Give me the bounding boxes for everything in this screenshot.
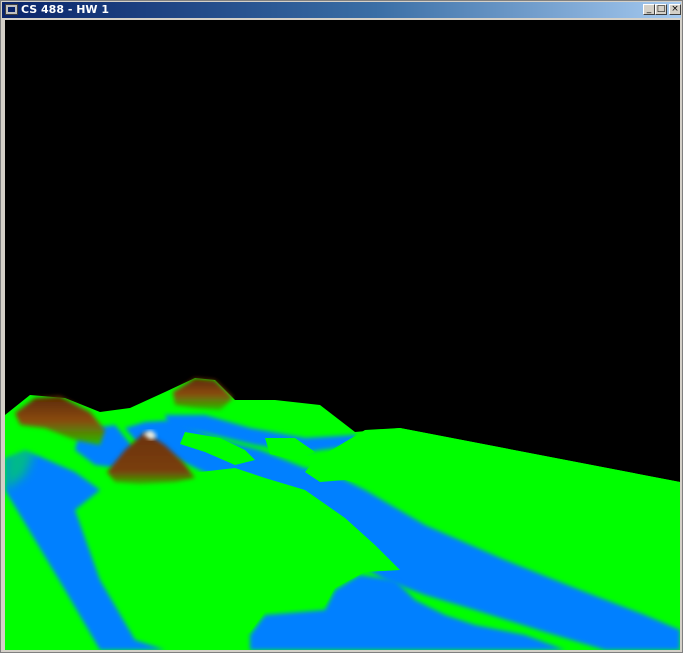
maximize-icon: □ [656, 4, 666, 14]
minimize-button[interactable]: _ [643, 4, 655, 15]
title-bar[interactable]: CS 488 - HW 1 _ □ × [2, 2, 681, 18]
window-title: CS 488 - HW 1 [21, 3, 110, 16]
close-button[interactable]: × [669, 4, 681, 15]
app-window: CS 488 - HW 1 _ □ × [0, 0, 683, 653]
terrain-render [5, 20, 680, 650]
render-viewport[interactable] [5, 20, 680, 650]
minimize-icon: _ [646, 4, 652, 14]
maximize-button[interactable]: □ [655, 4, 667, 15]
app-icon[interactable] [5, 4, 18, 15]
close-icon: × [671, 4, 679, 14]
